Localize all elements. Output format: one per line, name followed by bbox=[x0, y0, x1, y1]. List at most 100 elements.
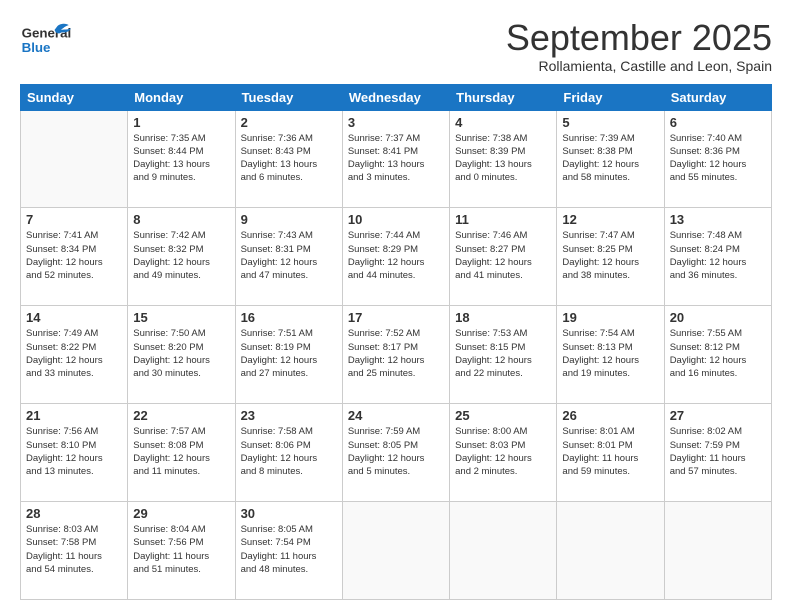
day-number: 4 bbox=[455, 115, 551, 130]
calendar-week-4: 21 Sunrise: 7:56 AM Sunset: 8:10 PM Dayli… bbox=[21, 404, 772, 502]
calendar-cell: 30 Sunrise: 8:05 AM Sunset: 7:54 PM Dayli… bbox=[235, 502, 342, 600]
logo: General Blue bbox=[20, 18, 75, 63]
day-number: 28 bbox=[26, 506, 122, 521]
day-number: 20 bbox=[670, 310, 766, 325]
calendar-header-sunday: Sunday bbox=[21, 84, 128, 110]
calendar-header-thursday: Thursday bbox=[450, 84, 557, 110]
day-info: Sunrise: 7:39 AM Sunset: 8:38 PM Dayligh… bbox=[562, 132, 658, 185]
calendar-cell: 11Sunrise: 7:46 AM Sunset: 8:27 PM Dayli… bbox=[450, 208, 557, 306]
day-number: 24 bbox=[348, 408, 444, 423]
calendar-cell: 18 Sunrise: 7:53 AM Sunset: 8:15 PM Dayli… bbox=[450, 306, 557, 404]
day-info: Sunrise: 7:42 AM Sunset: 8:32 PM Dayligh… bbox=[133, 229, 229, 282]
calendar-cell: 22 Sunrise: 7:57 AM Sunset: 8:08 PM Dayli… bbox=[128, 404, 235, 502]
title-block: September 2025 Rollamienta, Castille and… bbox=[506, 18, 772, 74]
calendar-cell bbox=[21, 110, 128, 208]
day-info: Sunrise: 7:47 AM Sunset: 8:25 PM Dayligh… bbox=[562, 229, 658, 282]
day-number: 27 bbox=[670, 408, 766, 423]
day-number: 12 bbox=[562, 212, 658, 227]
day-info: Sunrise: 8:00 AM Sunset: 8:03 PM Dayligh… bbox=[455, 425, 551, 478]
page: General Blue September 2025 Rollamienta,… bbox=[0, 0, 792, 612]
day-info: Sunrise: 7:37 AM Sunset: 8:41 PM Dayligh… bbox=[348, 132, 444, 185]
calendar-cell: 1 Sunrise: 7:35 AM Sunset: 8:44 PM Daylig… bbox=[128, 110, 235, 208]
day-number: 8 bbox=[133, 212, 229, 227]
day-number: 18 bbox=[455, 310, 551, 325]
day-number: 16 bbox=[241, 310, 337, 325]
calendar-cell: 8 Sunrise: 7:42 AM Sunset: 8:32 PM Daylig… bbox=[128, 208, 235, 306]
calendar-cell: 23Sunrise: 7:58 AM Sunset: 8:06 PM Dayli… bbox=[235, 404, 342, 502]
day-info: Sunrise: 7:51 AM Sunset: 8:19 PM Dayligh… bbox=[241, 327, 337, 380]
day-info: Sunrise: 7:36 AM Sunset: 8:43 PM Dayligh… bbox=[241, 132, 337, 185]
calendar-cell: 17Sunrise: 7:52 AM Sunset: 8:17 PM Dayli… bbox=[342, 306, 449, 404]
day-info: Sunrise: 8:03 AM Sunset: 7:58 PM Dayligh… bbox=[26, 523, 122, 576]
calendar-cell: 9 Sunrise: 7:43 AM Sunset: 8:31 PM Daylig… bbox=[235, 208, 342, 306]
calendar-cell: 13Sunrise: 7:48 AM Sunset: 8:24 PM Dayli… bbox=[664, 208, 771, 306]
day-number: 11 bbox=[455, 212, 551, 227]
calendar-cell bbox=[450, 502, 557, 600]
day-number: 19 bbox=[562, 310, 658, 325]
month-title: September 2025 bbox=[506, 18, 772, 58]
day-info: Sunrise: 7:55 AM Sunset: 8:12 PM Dayligh… bbox=[670, 327, 766, 380]
location: Rollamienta, Castille and Leon, Spain bbox=[506, 58, 772, 74]
calendar-cell: 29Sunrise: 8:04 AM Sunset: 7:56 PM Dayli… bbox=[128, 502, 235, 600]
calendar-cell: 25 Sunrise: 8:00 AM Sunset: 8:03 PM Dayli… bbox=[450, 404, 557, 502]
day-info: Sunrise: 7:56 AM Sunset: 8:10 PM Dayligh… bbox=[26, 425, 122, 478]
calendar-cell: 10 Sunrise: 7:44 AM Sunset: 8:29 PM Dayli… bbox=[342, 208, 449, 306]
calendar-header-wednesday: Wednesday bbox=[342, 84, 449, 110]
day-number: 17 bbox=[348, 310, 444, 325]
calendar-week-3: 14Sunrise: 7:49 AM Sunset: 8:22 PM Dayli… bbox=[21, 306, 772, 404]
calendar-header-monday: Monday bbox=[128, 84, 235, 110]
day-number: 30 bbox=[241, 506, 337, 521]
calendar-week-2: 7 Sunrise: 7:41 AM Sunset: 8:34 PM Daylig… bbox=[21, 208, 772, 306]
calendar-cell: 21 Sunrise: 7:56 AM Sunset: 8:10 PM Dayli… bbox=[21, 404, 128, 502]
day-info: Sunrise: 8:02 AM Sunset: 7:59 PM Dayligh… bbox=[670, 425, 766, 478]
day-info: Sunrise: 8:05 AM Sunset: 7:54 PM Dayligh… bbox=[241, 523, 337, 576]
calendar-cell: 27 Sunrise: 8:02 AM Sunset: 7:59 PM Dayli… bbox=[664, 404, 771, 502]
calendar-cell: 2 Sunrise: 7:36 AM Sunset: 8:43 PM Daylig… bbox=[235, 110, 342, 208]
day-number: 23 bbox=[241, 408, 337, 423]
day-info: Sunrise: 7:53 AM Sunset: 8:15 PM Dayligh… bbox=[455, 327, 551, 380]
calendar-week-5: 28 Sunrise: 8:03 AM Sunset: 7:58 PM Dayli… bbox=[21, 502, 772, 600]
calendar-cell bbox=[664, 502, 771, 600]
calendar-cell: 6 Sunrise: 7:40 AM Sunset: 8:36 PM Daylig… bbox=[664, 110, 771, 208]
day-number: 9 bbox=[241, 212, 337, 227]
calendar-cell: 28 Sunrise: 8:03 AM Sunset: 7:58 PM Dayli… bbox=[21, 502, 128, 600]
calendar-cell: 4 Sunrise: 7:38 AM Sunset: 8:39 PM Daylig… bbox=[450, 110, 557, 208]
day-number: 1 bbox=[133, 115, 229, 130]
calendar-cell: 12 Sunrise: 7:47 AM Sunset: 8:25 PM Dayli… bbox=[557, 208, 664, 306]
calendar-header-friday: Friday bbox=[557, 84, 664, 110]
day-info: Sunrise: 7:44 AM Sunset: 8:29 PM Dayligh… bbox=[348, 229, 444, 282]
calendar-week-1: 1 Sunrise: 7:35 AM Sunset: 8:44 PM Daylig… bbox=[21, 110, 772, 208]
day-info: Sunrise: 8:01 AM Sunset: 8:01 PM Dayligh… bbox=[562, 425, 658, 478]
day-number: 10 bbox=[348, 212, 444, 227]
day-number: 5 bbox=[562, 115, 658, 130]
day-number: 6 bbox=[670, 115, 766, 130]
calendar-cell bbox=[342, 502, 449, 600]
calendar-cell: 15Sunrise: 7:50 AM Sunset: 8:20 PM Dayli… bbox=[128, 306, 235, 404]
calendar-cell: 24 Sunrise: 7:59 AM Sunset: 8:05 PM Dayli… bbox=[342, 404, 449, 502]
header: General Blue September 2025 Rollamienta,… bbox=[20, 18, 772, 74]
day-number: 26 bbox=[562, 408, 658, 423]
svg-text:General: General bbox=[22, 26, 72, 41]
calendar-cell: 19Sunrise: 7:54 AM Sunset: 8:13 PM Dayli… bbox=[557, 306, 664, 404]
calendar-cell: 3 Sunrise: 7:37 AM Sunset: 8:41 PM Daylig… bbox=[342, 110, 449, 208]
day-info: Sunrise: 7:59 AM Sunset: 8:05 PM Dayligh… bbox=[348, 425, 444, 478]
day-info: Sunrise: 7:35 AM Sunset: 8:44 PM Dayligh… bbox=[133, 132, 229, 185]
day-info: Sunrise: 7:49 AM Sunset: 8:22 PM Dayligh… bbox=[26, 327, 122, 380]
calendar-header-saturday: Saturday bbox=[664, 84, 771, 110]
day-number: 7 bbox=[26, 212, 122, 227]
day-number: 15 bbox=[133, 310, 229, 325]
day-number: 21 bbox=[26, 408, 122, 423]
day-info: Sunrise: 7:43 AM Sunset: 8:31 PM Dayligh… bbox=[241, 229, 337, 282]
day-number: 22 bbox=[133, 408, 229, 423]
day-number: 25 bbox=[455, 408, 551, 423]
calendar-cell: 26 Sunrise: 8:01 AM Sunset: 8:01 PM Dayli… bbox=[557, 404, 664, 502]
day-number: 29 bbox=[133, 506, 229, 521]
calendar-header-tuesday: Tuesday bbox=[235, 84, 342, 110]
calendar-header-row: SundayMondayTuesdayWednesdayThursdayFrid… bbox=[21, 84, 772, 110]
day-info: Sunrise: 7:40 AM Sunset: 8:36 PM Dayligh… bbox=[670, 132, 766, 185]
day-info: Sunrise: 7:41 AM Sunset: 8:34 PM Dayligh… bbox=[26, 229, 122, 282]
day-number: 3 bbox=[348, 115, 444, 130]
day-info: Sunrise: 7:57 AM Sunset: 8:08 PM Dayligh… bbox=[133, 425, 229, 478]
day-number: 2 bbox=[241, 115, 337, 130]
day-info: Sunrise: 7:38 AM Sunset: 8:39 PM Dayligh… bbox=[455, 132, 551, 185]
